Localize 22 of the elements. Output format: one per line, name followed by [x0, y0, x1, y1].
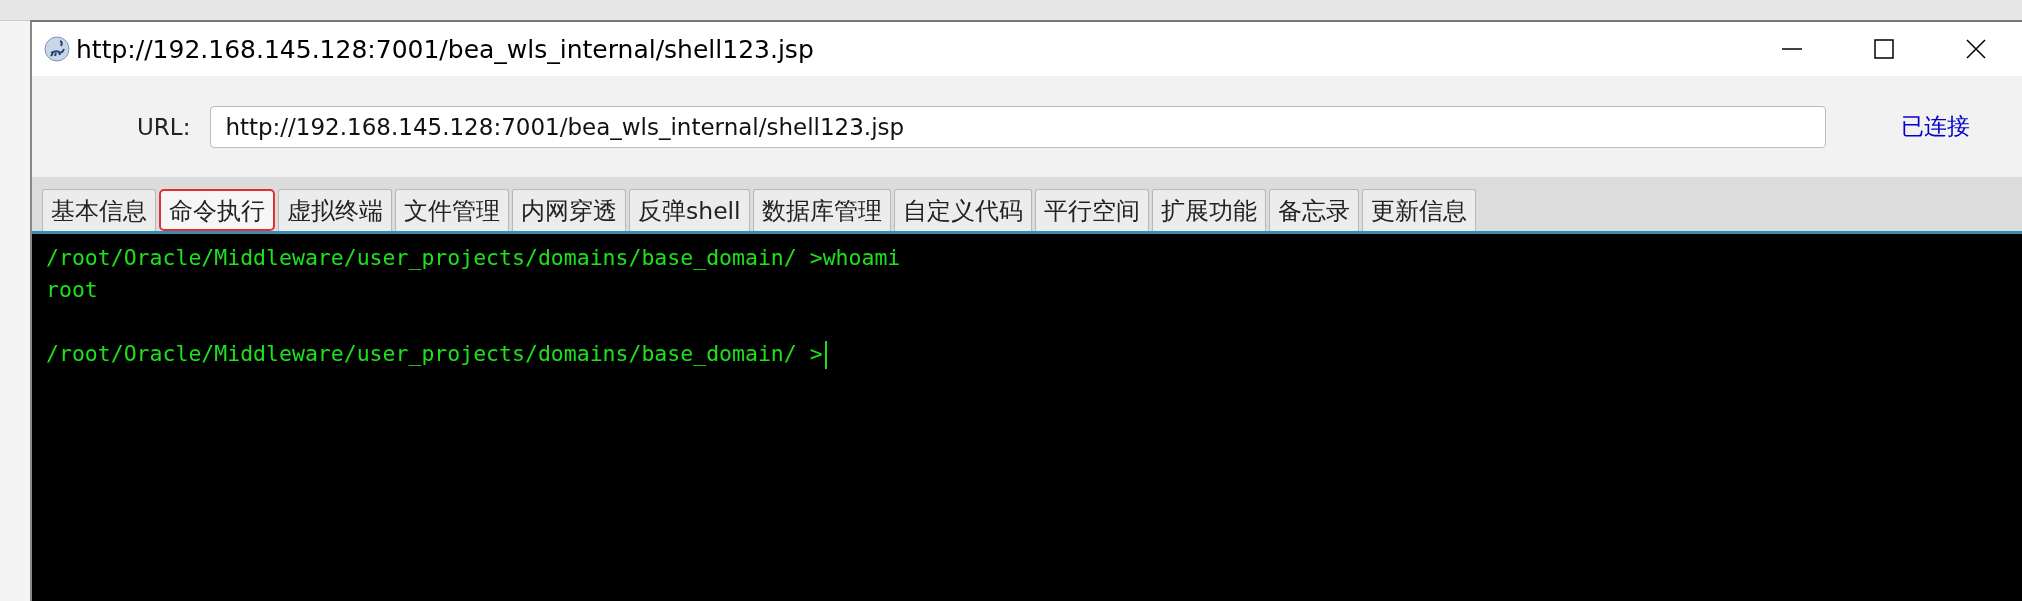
tab[interactable]: 文件管理	[395, 189, 509, 231]
terminal-line: /root/Oracle/Middleware/user_projects/domains/base_domain/ >	[46, 338, 827, 370]
maximize-icon	[1873, 38, 1895, 60]
terminal-line: /root/Oracle/Middleware/user_projects/domains/base_domain/ >whoami	[46, 244, 901, 272]
connection-status: 已连接	[1901, 112, 1970, 141]
tab[interactable]: 命令执行	[159, 189, 275, 231]
tab[interactable]: 基本信息	[42, 189, 156, 231]
close-icon	[1965, 38, 1987, 60]
url-field[interactable]: http://192.168.145.128:7001/bea_wls_internal/shell123.jsp	[210, 105, 1827, 148]
tab[interactable]: 平行空间	[1034, 189, 1149, 231]
terminal-output: root	[46, 276, 98, 304]
tab[interactable]: 虚拟终端	[278, 189, 392, 231]
tab[interactable]: 数据库管理	[752, 189, 891, 231]
tab[interactable]: 扩展功能	[1151, 189, 1266, 231]
url-label: URL:	[137, 113, 191, 140]
tab[interactable]: 内网穿透	[512, 189, 626, 231]
tab[interactable]: 自定义代码	[893, 189, 1032, 231]
window-title: http://192.168.145.128:7001/bea_wls_internal/shell123.jsp	[76, 34, 814, 64]
minimize-icon	[1781, 47, 1803, 51]
tab[interactable]: 备忘录	[1268, 189, 1359, 231]
tab[interactable]: 反弹shell	[629, 189, 750, 231]
tab[interactable]: 更新信息	[1361, 189, 1476, 231]
